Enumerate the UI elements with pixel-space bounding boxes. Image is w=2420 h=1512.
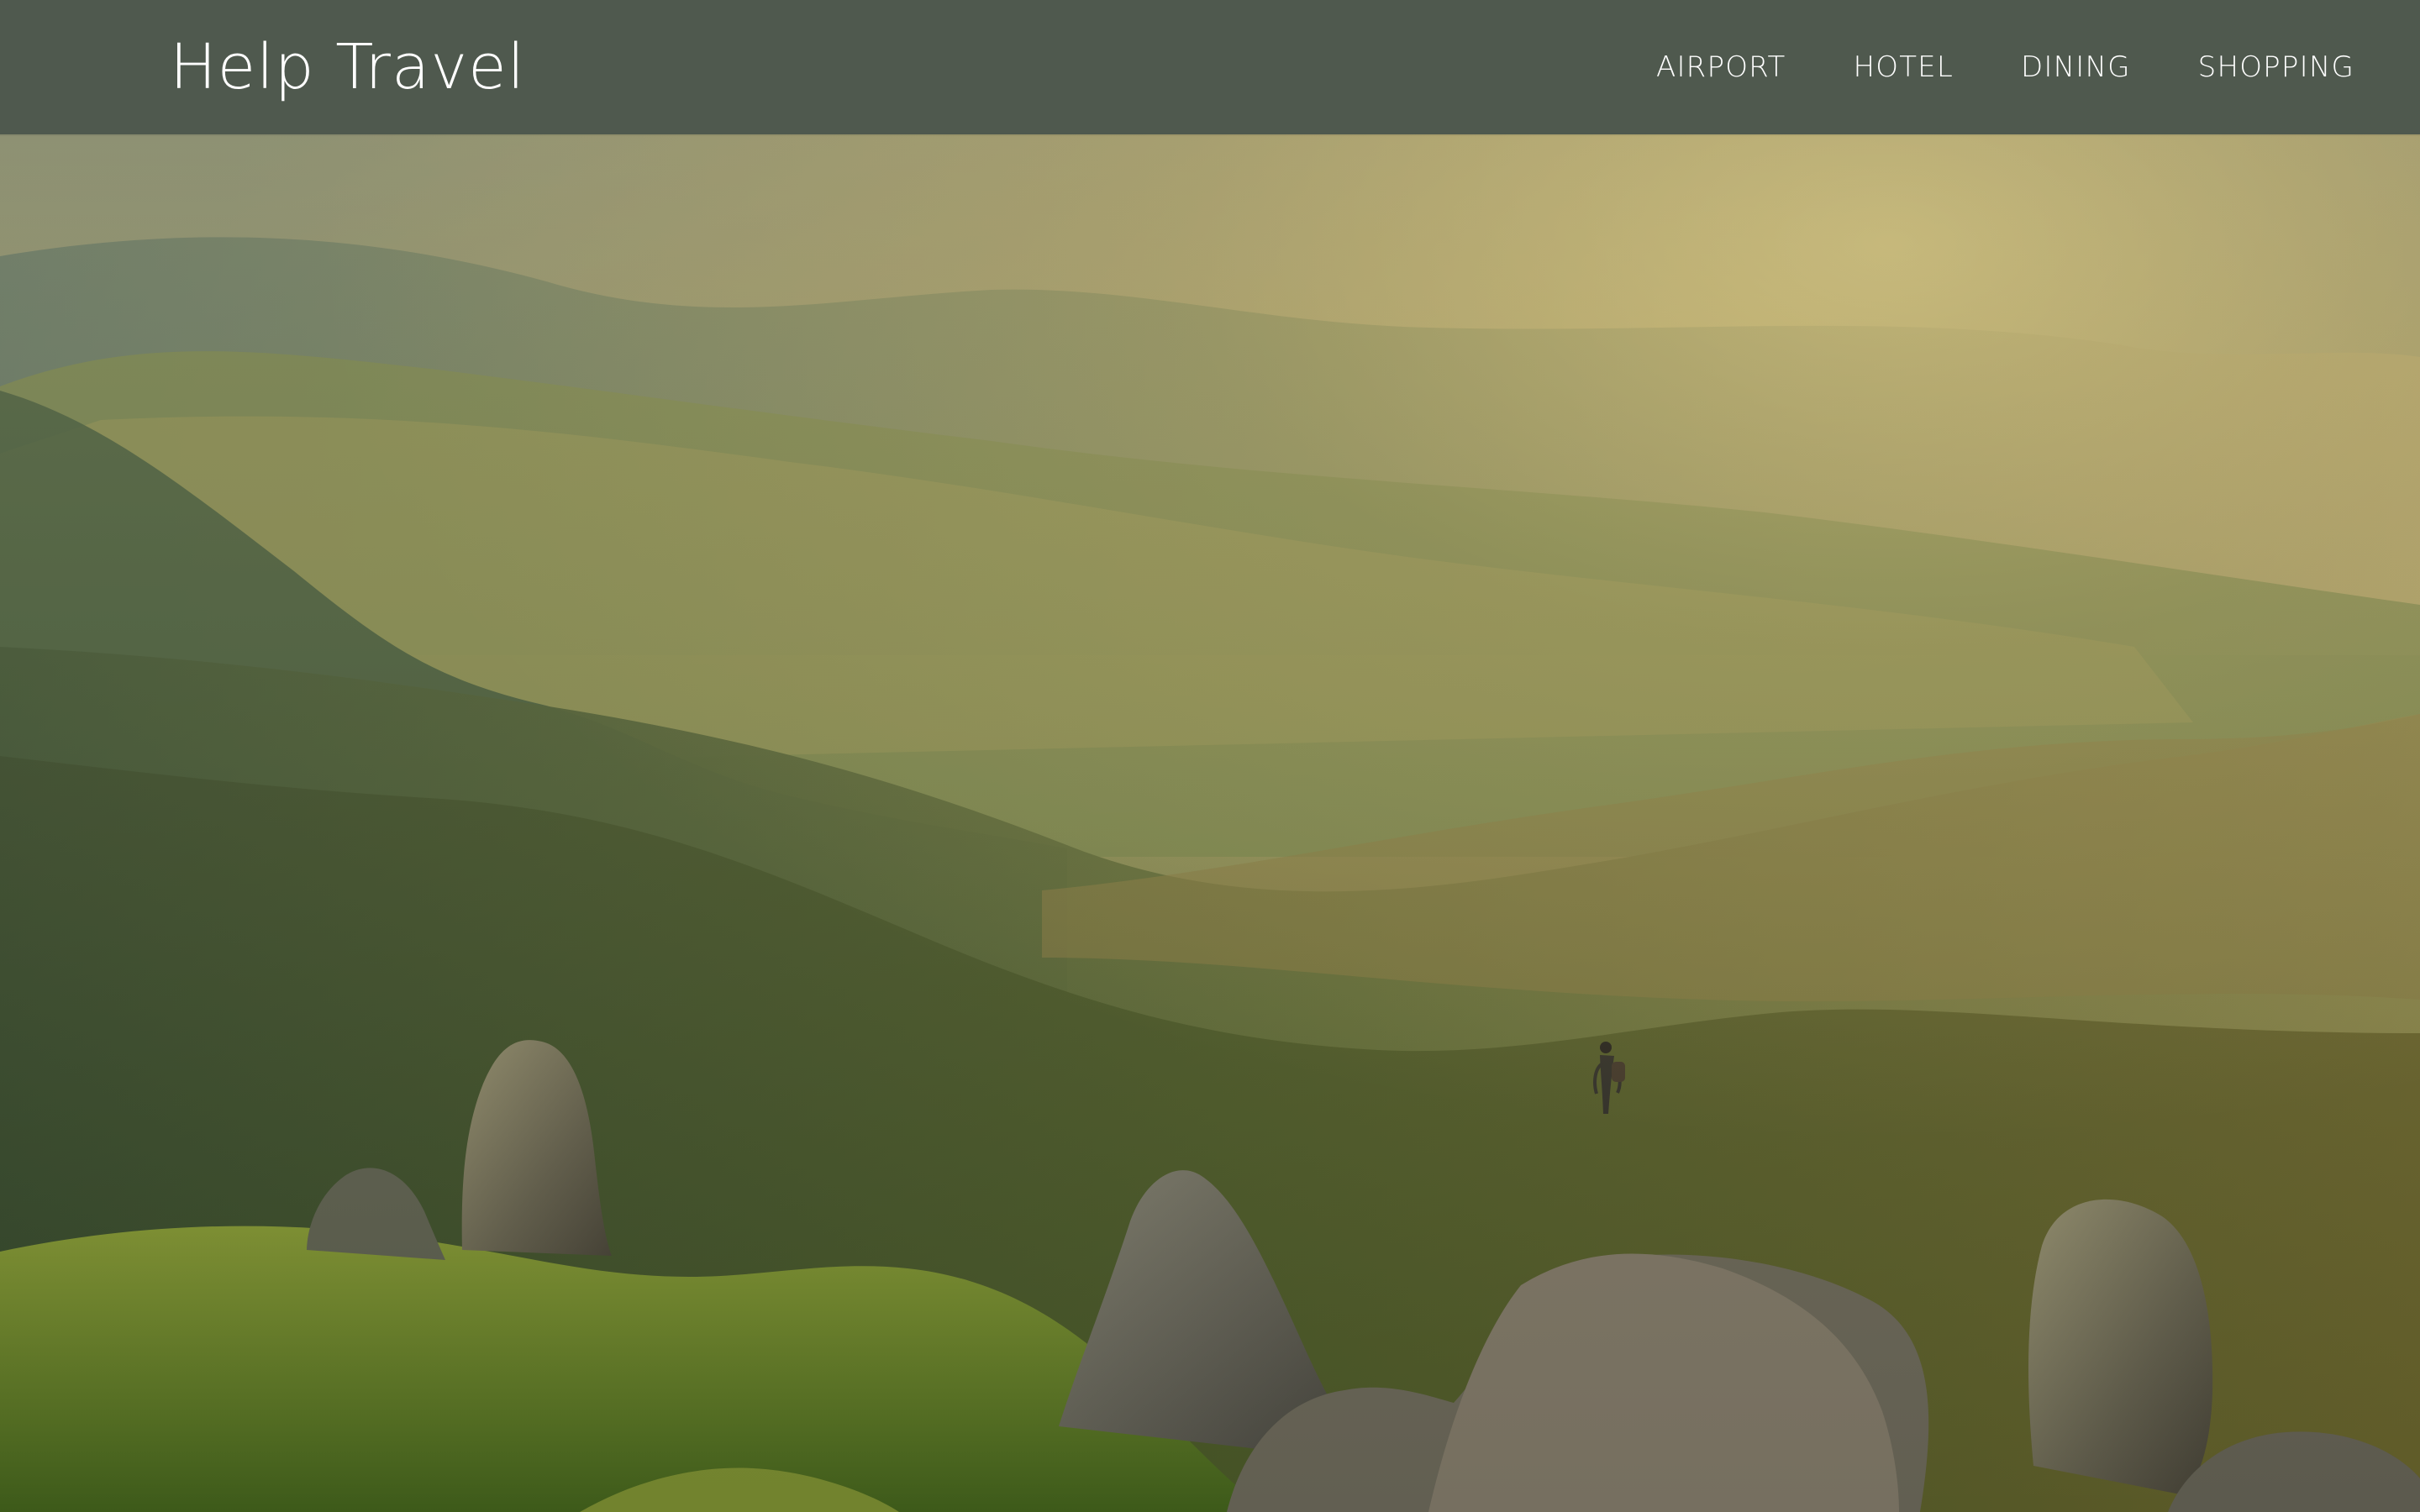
brand-logo[interactable]: Help Travel	[170, 36, 525, 98]
landscape-photo	[0, 134, 2420, 1512]
nav-dining[interactable]: DINING	[2021, 50, 2131, 84]
nav-hotel[interactable]: HOTEL	[1853, 50, 1954, 84]
hero-image	[0, 134, 2420, 1512]
site-header: Help Travel AIRPORT HOTEL DINING SHOPPIN…	[0, 0, 2420, 134]
nav-shopping[interactable]: SHOPPING	[2198, 50, 2354, 84]
page: Help Travel AIRPORT HOTEL DINING SHOPPIN…	[0, 0, 2420, 1512]
nav-airport[interactable]: AIRPORT	[1656, 50, 1786, 84]
main-nav: AIRPORT HOTEL DINING SHOPPING	[1656, 50, 2354, 84]
